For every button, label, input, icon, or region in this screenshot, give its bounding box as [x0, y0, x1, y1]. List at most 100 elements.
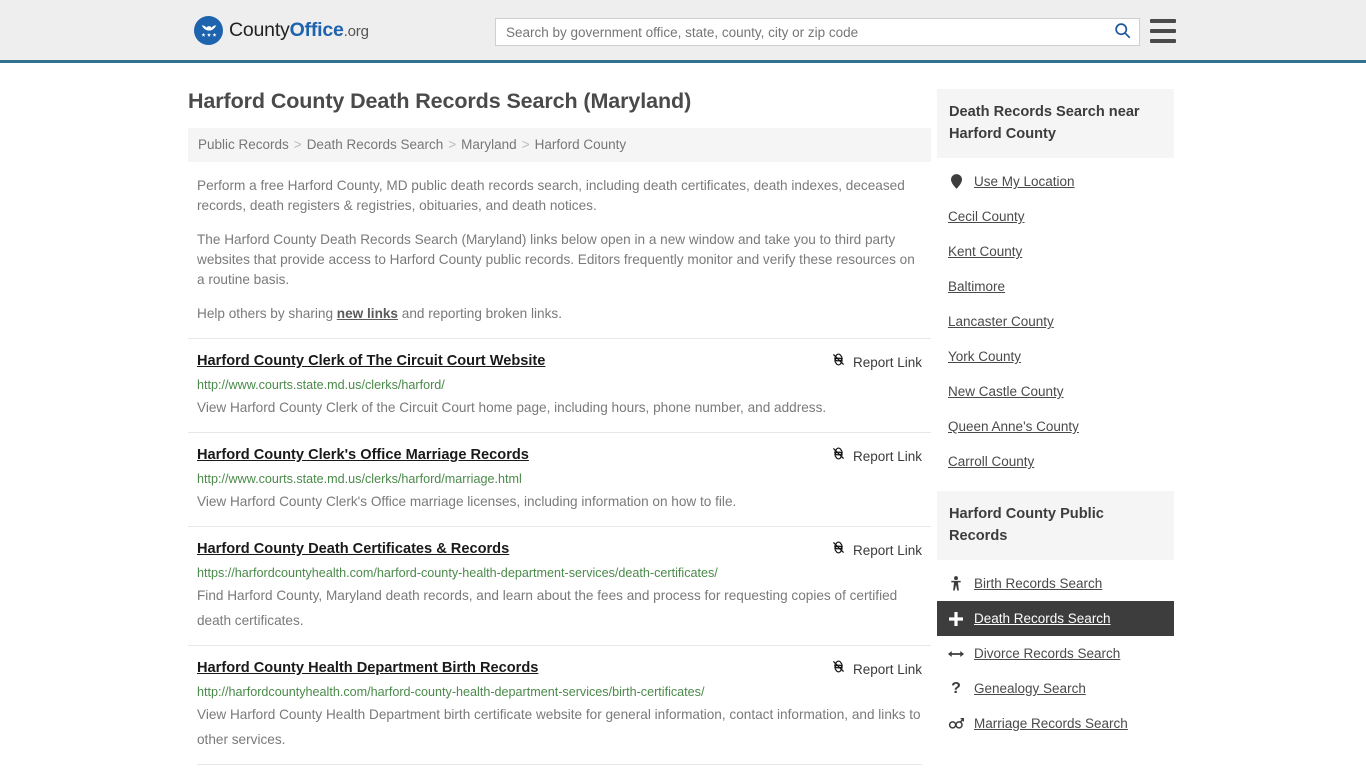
male-female-icon — [948, 717, 964, 731]
sidebar-item-carroll-county[interactable]: Carroll County — [937, 444, 1174, 479]
page-body: Harford County Death Records Search (Mar… — [0, 63, 1366, 765]
sidebar-item-death-records-search[interactable]: Death Records Search — [937, 601, 1174, 636]
hamburger-bar — [1150, 39, 1176, 43]
breadcrumb-separator: > — [448, 137, 457, 152]
broken-link-icon — [831, 446, 846, 466]
new-links-link[interactable]: new links — [337, 306, 398, 321]
hamburger-bar — [1150, 19, 1176, 23]
sidebar-item-label: Queen Anne's County — [948, 419, 1079, 434]
result-description: View Harford County Clerk's Office marri… — [197, 494, 737, 509]
sidebar-item-label: York County — [948, 349, 1022, 364]
search-input[interactable] — [496, 19, 1105, 45]
breadcrumb-separator: > — [521, 137, 530, 152]
breadcrumb-item-public-records[interactable]: Public Records — [198, 137, 289, 152]
sidebar-item-label: Lancaster County — [948, 314, 1054, 329]
sidebar-box-nearby: Death Records Search near Harford County… — [937, 89, 1174, 483]
brand-part-org: .org — [343, 22, 369, 40]
sidebar-heading-public-records: Harford County Public Records — [937, 491, 1174, 560]
sidebar-item-cecil-county[interactable]: Cecil County — [937, 199, 1174, 234]
sidebar-item-label: Genealogy Search — [974, 681, 1086, 696]
sidebar-heading-nearby: Death Records Search near Harford County — [937, 89, 1174, 158]
result-title-link[interactable]: Harford County Clerk's Office Marriage R… — [197, 446, 529, 464]
search-button[interactable] — [1105, 19, 1139, 45]
result-description: Find Harford County, Maryland death reco… — [197, 588, 898, 628]
breadcrumb-item-maryland[interactable]: Maryland — [461, 137, 517, 152]
sidebar-item-lancaster-county[interactable]: Lancaster County — [937, 304, 1174, 339]
sidebar-item-baltimore[interactable]: Baltimore — [937, 269, 1174, 304]
sidebar-item-label: Cecil County — [948, 209, 1025, 224]
site-logo-text: CountyOffice.org — [229, 19, 369, 42]
site-logo[interactable]: CountyOffice.org — [194, 15, 369, 45]
sidebar-item-label: Death Records Search — [974, 611, 1111, 626]
breadcrumb-item-harford-county[interactable]: Harford County — [535, 137, 627, 152]
sidebar-item-divorce-records-search[interactable]: Divorce Records Search — [937, 636, 1174, 671]
sidebar-public-records-list: Birth Records Search Death Records Searc… — [937, 560, 1174, 745]
breadcrumb: Public Records > Death Records Search > Mary… — [188, 128, 931, 162]
sidebar-item-use-my-location[interactable]: Use My Location — [937, 164, 1174, 199]
breadcrumb-separator: > — [293, 137, 302, 152]
sidebar-item-birth-records-search[interactable]: Birth Records Search — [937, 566, 1174, 601]
intro-paragraph-1: Perform a free Harford County, MD public… — [197, 178, 905, 213]
result-title-link[interactable]: Harford County Health Department Birth R… — [197, 659, 538, 677]
sidebar-item-label: Kent County — [948, 244, 1023, 259]
sidebar-item-label: Use My Location — [974, 174, 1075, 189]
breadcrumb-item-death-records-search[interactable]: Death Records Search — [307, 137, 444, 152]
result-url: https://harfordcountyhealth.com/harford-… — [197, 566, 718, 580]
result-item: Harford County Health Department Birth R… — [188, 645, 931, 764]
broken-link-icon — [831, 659, 846, 679]
sidebar-box-public-records: Harford County Public Records Birth Reco… — [937, 491, 1174, 745]
eagle-shield-logo-icon — [194, 15, 223, 45]
report-link-label: Report Link — [852, 448, 922, 464]
search-icon — [1114, 22, 1131, 42]
result-url: http://www.courts.state.md.us/clerks/har… — [197, 378, 445, 392]
help-line-before: Help others by sharing — [197, 306, 337, 321]
left-right-arrow-icon — [948, 648, 964, 660]
report-link-button[interactable]: Report Link — [831, 659, 922, 679]
sidebar-item-york-county[interactable]: York County — [937, 339, 1174, 374]
sidebar-item-marriage-records-search[interactable]: Marriage Records Search — [937, 706, 1174, 741]
brand-part-office: Office — [289, 18, 344, 41]
report-link-label: Report Link — [852, 354, 922, 370]
results-bottom-divider — [197, 764, 922, 765]
report-link-button[interactable]: Report Link — [831, 446, 922, 466]
brand-part-county: County — [229, 18, 290, 41]
sidebar-item-label: New Castle County — [948, 384, 1064, 399]
report-link-label: Report Link — [852, 661, 922, 677]
result-item: Harford County Clerk's Office Marriage R… — [188, 432, 931, 526]
report-link-label: Report Link — [852, 542, 922, 558]
result-description: View Harford County Health Department bi… — [197, 707, 921, 747]
result-title-link[interactable]: Harford County Death Certificates & Reco… — [197, 540, 509, 558]
report-link-button[interactable]: Report Link — [831, 540, 922, 560]
site-header: CountyOffice.org — [0, 0, 1366, 63]
help-line: Help others by sharing new links and rep… — [188, 304, 931, 324]
broken-link-icon — [831, 352, 846, 372]
page-title: Harford County Death Records Search (Mar… — [188, 89, 692, 113]
sidebar-item-new-castle-county[interactable]: New Castle County — [937, 374, 1174, 409]
result-url: http://www.courts.state.md.us/clerks/har… — [197, 472, 522, 486]
hamburger-menu-icon[interactable] — [1150, 19, 1176, 43]
report-link-button[interactable]: Report Link — [831, 352, 922, 372]
result-url: http://harfordcountyhealth.com/harford-c… — [197, 685, 705, 699]
sidebar-item-label: Carroll County — [948, 454, 1035, 469]
sidebar-item-kent-county[interactable]: Kent County — [937, 234, 1174, 269]
sidebar-item-queen-annes-county[interactable]: Queen Anne's County — [937, 409, 1174, 444]
result-title-link[interactable]: Harford County Clerk of The Circuit Cour… — [197, 352, 545, 370]
baby-icon — [948, 576, 964, 591]
hamburger-bar — [1150, 29, 1176, 33]
sidebar-item-label: Birth Records Search — [974, 576, 1103, 591]
map-pin-icon — [948, 174, 964, 189]
search-bar — [495, 18, 1140, 46]
broken-link-icon — [831, 540, 846, 560]
main-content: Harford County Death Records Search (Mar… — [188, 63, 931, 765]
sidebar-item-genealogy-search[interactable]: ? Genealogy Search — [937, 671, 1174, 706]
help-line-after: and reporting broken links. — [398, 306, 562, 321]
sidebar-item-label: Marriage Records Search — [974, 716, 1128, 731]
sidebar-item-label: Baltimore — [948, 279, 1006, 294]
sidebar-item-label: Divorce Records Search — [974, 646, 1121, 661]
intro-paragraph-2: The Harford County Death Records Search … — [197, 232, 915, 287]
plus-icon — [948, 611, 964, 626]
result-description: View Harford County Clerk of the Circuit… — [197, 400, 827, 415]
result-item: Harford County Death Certificates & Reco… — [188, 526, 931, 645]
question-mark-icon: ? — [951, 679, 961, 697]
sidebar: Death Records Search near Harford County… — [937, 63, 1174, 765]
